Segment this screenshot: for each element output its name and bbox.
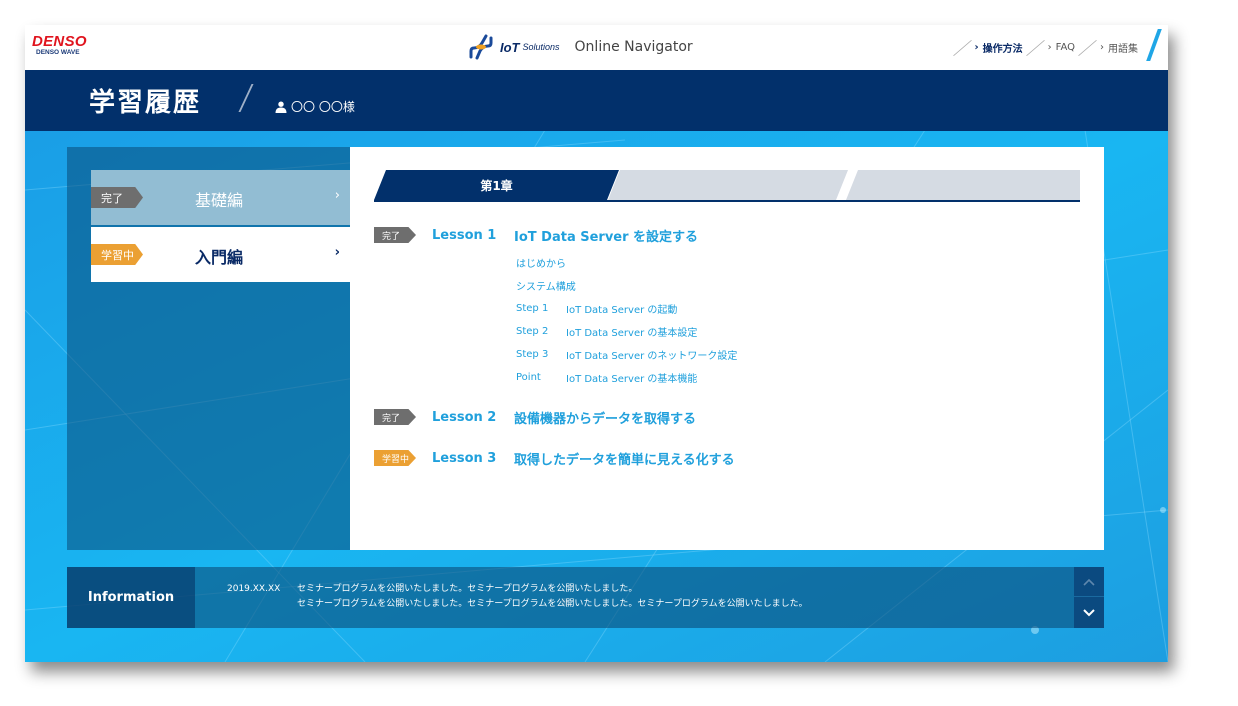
step-label: IoT Data Server の起動 — [566, 305, 678, 316]
news-scroll-up-button[interactable] — [1074, 567, 1104, 597]
sidebar-item-intro[interactable]: 学習中 入門編 › — [91, 227, 350, 282]
status-badge: 完了 — [374, 409, 416, 425]
lesson-title: IoT Data Server を設定する — [514, 229, 699, 245]
product-main: IoT — [500, 39, 520, 55]
tab-chapter-2[interactable] — [608, 170, 848, 200]
news-date: 2019.XX.XX — [227, 584, 281, 594]
nav-link-label: 操作方法 — [982, 44, 1023, 55]
chevron-right-icon: › — [334, 188, 340, 203]
product-sub: Solutions — [522, 42, 560, 52]
lesson-number: Lesson 1 — [432, 227, 497, 243]
information-label: Information — [67, 567, 195, 628]
user-name: 〇〇 〇〇様 — [291, 100, 355, 114]
chevron-right-icon: › — [1047, 42, 1052, 53]
lesson-item[interactable]: 完了 Lesson 1 IoT Data Server を設定する — [374, 225, 1080, 245]
news-line-2: セミナープログラムを公開いたしました。セミナープログラムを公開いたしました。セミ… — [297, 599, 808, 609]
app-window: DENSO DENSO WAVE IoT Solutions Online Na… — [25, 25, 1168, 662]
lesson-item[interactable]: 完了 Lesson 2 設備機器からデータを取得する — [374, 407, 1080, 427]
step-link[interactable]: システム構成 — [516, 274, 1080, 297]
step-label: はじめから — [516, 259, 566, 270]
brand-name: DENSO — [32, 33, 87, 50]
brand-sub: DENSO WAVE — [36, 49, 80, 56]
nav-link-glossary[interactable]: › 用語集 — [1100, 40, 1138, 55]
news-scroll-controls — [1074, 567, 1104, 628]
chapter-tabs: 第1章 — [374, 170, 1080, 202]
chevron-right-icon: › — [1100, 42, 1104, 53]
status-badge: 完了 — [91, 187, 143, 208]
lesson-list: 完了 Lesson 1 IoT Data Server を設定する はじめから … — [374, 225, 1080, 468]
chevron-down-icon — [1083, 608, 1095, 616]
step-link[interactable]: Step 2 IoT Data Server の基本設定 — [516, 320, 1080, 343]
chevron-up-icon — [1083, 578, 1095, 586]
nav-divider — [952, 39, 972, 56]
information-bar: Information 2019.XX.XX セミナープログラムを公開いたしました… — [67, 567, 1104, 628]
step-label: IoT Data Server の基本機能 — [566, 374, 698, 385]
page-title: 学習履歴 — [89, 88, 202, 118]
lesson-title: 設備機器からデータを取得する — [514, 411, 697, 427]
lesson-number: Lesson 3 — [432, 450, 497, 466]
title-band: 学習履歴 〇〇 〇〇様 — [25, 70, 1168, 131]
step-link[interactable]: はじめから — [516, 251, 1080, 274]
nav-link-label: FAQ — [1055, 42, 1075, 53]
nav-divider — [1078, 39, 1097, 56]
step-link[interactable]: Step 1 IoT Data Server の起動 — [516, 297, 1080, 320]
step-label: IoT Data Server の基本設定 — [566, 328, 698, 339]
tab-label: 第1章 — [480, 178, 513, 193]
app-name: Online Navigator — [574, 39, 693, 55]
nav-divider — [1025, 39, 1045, 56]
product-logo[interactable]: IoT Solutions Online Navigator — [468, 34, 693, 60]
denso-logo[interactable]: DENSO DENSO WAVE — [32, 34, 87, 57]
title-divider — [238, 84, 254, 112]
accent-slash — [1146, 29, 1162, 61]
course-sidebar: 完了 基礎編 › 学習中 入門編 › — [67, 147, 350, 550]
step-prefix: Step 2 — [516, 326, 549, 337]
sidebar-item-label: 基礎編 — [195, 191, 244, 210]
news-scroll-down-button[interactable] — [1074, 597, 1104, 628]
step-link[interactable]: Point IoT Data Server の基本機能 — [516, 366, 1080, 389]
status-badge: 完了 — [374, 227, 416, 243]
iot-solutions-logo-icon — [469, 34, 493, 60]
step-list: はじめから システム構成 Step 1 IoT Data Server の起動 S… — [516, 251, 1080, 389]
step-link[interactable]: Step 3 IoT Data Server のネットワーク設定 — [516, 343, 1080, 366]
chevron-right-icon: › — [974, 42, 979, 53]
status-badge: 学習中 — [374, 450, 416, 466]
status-badge: 学習中 — [91, 244, 143, 265]
lesson-panel: 第1章 完了 Lesson 1 IoT Data Server を設定する はじ… — [350, 147, 1104, 550]
lesson-item[interactable]: 学習中 Lesson 3 取得したデータを簡単に見える化する — [374, 448, 1080, 468]
top-nav: › 操作方法 › FAQ › 用語集 — [950, 25, 1138, 70]
step-prefix: Point — [516, 372, 541, 383]
step-prefix: Step 3 — [516, 349, 549, 360]
tab-chapter-1[interactable]: 第1章 — [374, 170, 619, 200]
step-label: システム構成 — [516, 282, 576, 293]
top-bar: DENSO DENSO WAVE IoT Solutions Online Na… — [25, 25, 1168, 70]
sidebar-item-basic[interactable]: 完了 基礎編 › — [91, 170, 350, 225]
user-info: 〇〇 〇〇様 — [275, 98, 355, 115]
tab-chapter-3[interactable] — [846, 170, 1080, 200]
lesson-number: Lesson 2 — [432, 409, 497, 425]
nav-link-label: 用語集 — [1108, 44, 1138, 55]
user-icon — [275, 101, 287, 113]
chevron-right-icon: › — [334, 245, 340, 260]
sidebar-item-label: 入門編 — [195, 248, 244, 267]
step-label: IoT Data Server のネットワーク設定 — [566, 351, 738, 362]
step-prefix: Step 1 — [516, 303, 549, 314]
information-text: 2019.XX.XX セミナープログラムを公開いたしました。セミナープログラムを公… — [227, 582, 808, 612]
nav-link-faq[interactable]: › FAQ — [1048, 42, 1075, 53]
lesson-title: 取得したデータを簡単に見える化する — [514, 452, 735, 468]
nav-link-howto[interactable]: › 操作方法 — [975, 40, 1023, 55]
news-line-1: セミナープログラムを公開いたしました。セミナープログラムを公開いたしました。 — [297, 584, 638, 594]
